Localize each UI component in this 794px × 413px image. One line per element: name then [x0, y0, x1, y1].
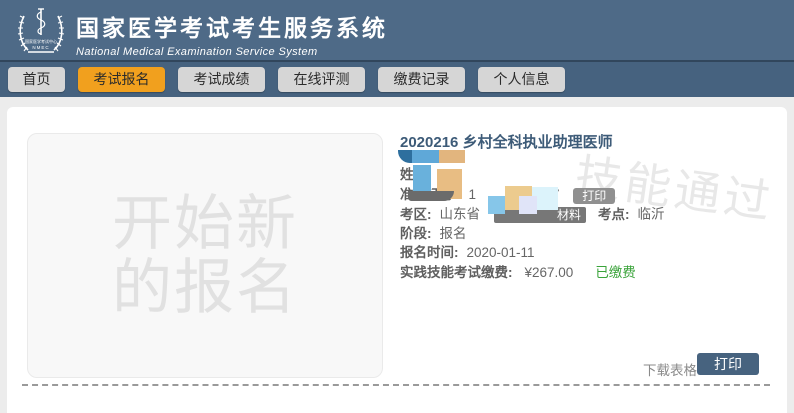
fee-paid-status: 已缴费	[595, 265, 636, 280]
area-row: 考区: 山东省材料考点: 临沂	[400, 207, 780, 221]
reg-time-row: 报名时间: 2020-01-11	[400, 246, 780, 260]
nmec-logo-icon: 国家医学考试中心 NMEC	[16, 6, 66, 58]
new-registration-text-line2: 的报名	[112, 256, 298, 320]
ticket-label: 准考证号:	[400, 187, 459, 202]
exam-code: 2020216	[400, 134, 458, 151]
app-header: 国家医学考试中心 NMEC 国家医学考试考生服务系统 National Medi…	[0, 0, 794, 62]
section-divider	[22, 384, 770, 386]
print-button[interactable]: 打印	[697, 353, 759, 375]
name-label: 姓名:	[400, 167, 432, 182]
logo-org-name: 国家医学考试中心	[16, 39, 66, 44]
ticket-partial-digit: 1	[469, 187, 477, 202]
site-label: 考点:	[598, 207, 630, 222]
fee-amount: ¥267.00	[525, 265, 574, 280]
content-card: 开始新 的报名 技能通过 2020216 乡村全科执业助理医师 姓名: 准考证号…	[7, 107, 787, 413]
stage-row: 阶段: 报名	[400, 227, 780, 241]
reg-time-label: 报名时间:	[400, 245, 459, 260]
main-nav: 首页 考试报名 考试成绩 在线评测 缴费记录 个人信息	[0, 60, 794, 97]
new-registration-text-line1: 开始新	[112, 192, 298, 256]
ticket-row: 准考证号: 1 7 打印	[400, 188, 780, 202]
exam-title: 2020216 乡村全科执业助理医师	[400, 131, 780, 152]
reg-time-value: 2020-01-11	[467, 245, 535, 260]
tab-payment-records[interactable]: 缴费记录	[378, 67, 465, 92]
page: 国家医学考试中心 NMEC 国家医学考试考生服务系统 National Medi…	[0, 0, 794, 413]
tab-home[interactable]: 首页	[8, 67, 65, 92]
new-registration-box[interactable]: 开始新 的报名	[27, 133, 383, 378]
app-subtitle: National Medical Examination Service Sys…	[76, 46, 388, 58]
tab-personal-info[interactable]: 个人信息	[478, 67, 565, 92]
tab-exam-results[interactable]: 考试成绩	[178, 67, 265, 92]
fee-label: 实践技能考试缴费:	[400, 265, 513, 280]
print-ticket-button[interactable]: 打印	[573, 188, 615, 204]
name-row: 姓名:	[400, 168, 780, 182]
logo-org-abbr: NMEC	[16, 45, 66, 50]
tab-exam-registration[interactable]: 考试报名	[78, 67, 165, 92]
stage-label: 阶段:	[400, 226, 432, 241]
ticket-partial-digit: 7	[552, 187, 560, 202]
app-title: 国家医学考试考生服务系统	[76, 9, 388, 43]
exam-details: 2020216 乡村全科执业助理医师 姓名: 准考证号: 1 7 打印 考区: 山东省…	[400, 131, 780, 285]
stage-value: 报名	[440, 226, 467, 241]
fee-row: 实践技能考试缴费: ¥267.00 已缴费	[400, 266, 780, 280]
area-label: 考区:	[400, 207, 432, 222]
site-value: 临沂	[638, 207, 665, 222]
materials-button[interactable]: 材料	[494, 207, 586, 223]
exam-name: 乡村全科执业助理医师	[463, 134, 613, 151]
area-value: 山东省	[440, 207, 481, 222]
tab-online-assessment[interactable]: 在线评测	[278, 67, 365, 92]
download-form-link[interactable]: 下载表格	[643, 359, 697, 379]
